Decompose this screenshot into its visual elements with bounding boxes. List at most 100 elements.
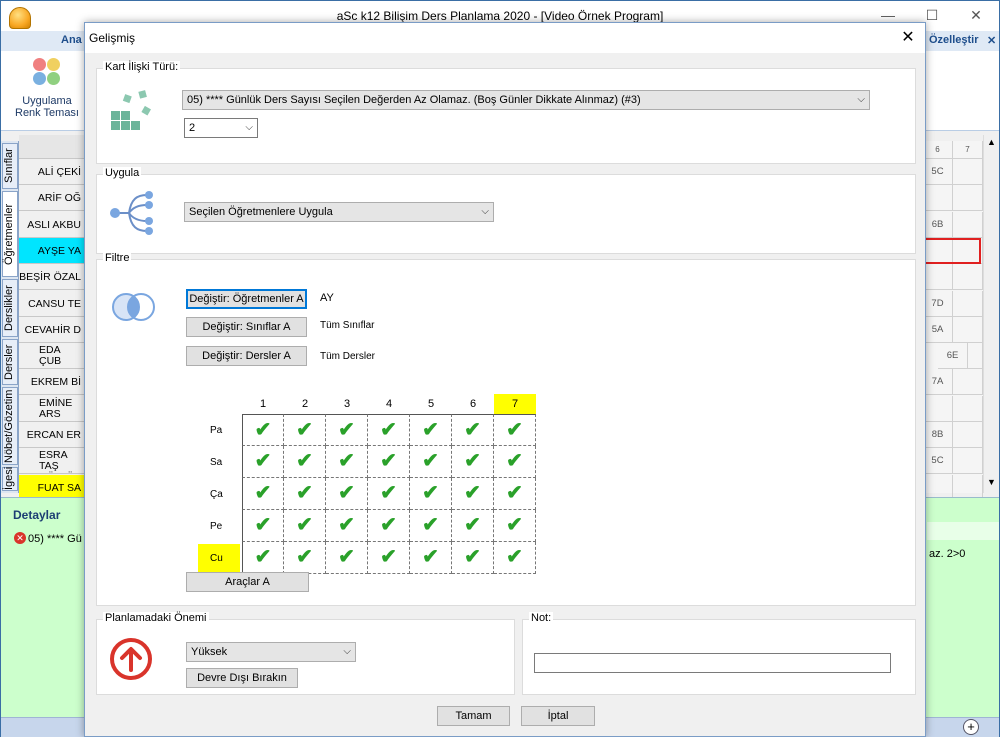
check-icon[interactable]: ✔ xyxy=(326,414,368,446)
teacher-row[interactable]: ALİ ÇEKİ xyxy=(19,159,85,185)
close-button[interactable]: ✕ xyxy=(961,5,991,27)
day-header[interactable]: Pa xyxy=(198,416,240,446)
teacher-row[interactable]: ARİF OĞ xyxy=(19,185,85,212)
teacher-row[interactable]: ASLI AKBU xyxy=(19,211,85,238)
timetable-cell[interactable] xyxy=(953,343,983,370)
side-tab-rooms[interactable]: Derslikler xyxy=(2,279,18,337)
teacher-row[interactable]: CEVAHİR D xyxy=(19,316,85,343)
check-icon[interactable]: ✔ xyxy=(326,542,368,574)
day-header[interactable]: Ça xyxy=(198,480,240,510)
teacher-row[interactable]: ESRA TAŞ GÜLLÜ xyxy=(19,448,85,475)
scroll-up-icon[interactable]: ▲ xyxy=(987,137,996,147)
check-icon[interactable]: ✔ xyxy=(242,510,284,542)
check-icon[interactable]: ✔ xyxy=(452,542,494,574)
timetable-cell[interactable] xyxy=(923,264,953,291)
timetable-cell[interactable]: 8B xyxy=(923,422,953,448)
timetable-cell[interactable]: 7D xyxy=(923,290,953,317)
check-icon[interactable]: ✔ xyxy=(494,414,536,446)
ok-button[interactable]: Tamam xyxy=(437,706,510,726)
importance-select[interactable]: Yüksek ⌵ xyxy=(186,642,356,662)
note-input[interactable] xyxy=(534,653,891,673)
check-icon[interactable]: ✔ xyxy=(410,478,452,510)
day-header[interactable]: Pe xyxy=(198,512,240,542)
check-icon[interactable]: ✔ xyxy=(452,414,494,446)
color-theme-icon[interactable] xyxy=(31,58,63,88)
check-icon[interactable]: ✔ xyxy=(242,446,284,478)
timetable-cell[interactable] xyxy=(953,316,983,343)
period-header[interactable]: 4 xyxy=(368,394,410,414)
side-tab-other[interactable]: İgesi xyxy=(2,467,18,491)
period-header[interactable]: 7 xyxy=(494,394,536,414)
check-icon[interactable]: ✔ xyxy=(326,510,368,542)
check-icon[interactable]: ✔ xyxy=(368,446,410,478)
teacher-row[interactable]: ERCAN ER xyxy=(19,422,85,448)
timetable-cell[interactable] xyxy=(923,395,953,422)
check-icon[interactable]: ✔ xyxy=(410,510,452,542)
timetable-cell[interactable] xyxy=(953,448,983,475)
check-icon[interactable]: ✔ xyxy=(284,478,326,510)
scroll-down-icon[interactable]: ▼ xyxy=(987,477,996,487)
timetable-cell[interactable]: 5C xyxy=(923,448,953,475)
check-icon[interactable]: ✔ xyxy=(326,446,368,478)
day-header[interactable]: Sa xyxy=(198,448,240,478)
timetable-cell[interactable] xyxy=(923,185,953,212)
check-icon[interactable]: ✔ xyxy=(284,446,326,478)
cancel-button[interactable]: İptal xyxy=(521,706,595,726)
check-icon[interactable]: ✔ xyxy=(452,478,494,510)
teacher-row[interactable]: AYŞE YA xyxy=(19,237,85,264)
timetable-cell[interactable] xyxy=(953,422,983,448)
card-relation-select[interactable]: 05) **** Günlük Ders Sayısı Seçilen Değe… xyxy=(182,90,870,110)
disable-button[interactable]: Devre Dışı Bırakın xyxy=(186,668,298,688)
check-icon[interactable]: ✔ xyxy=(368,542,410,574)
ribbon-tab-customize[interactable]: Özelleştir xyxy=(929,34,979,46)
vertical-scrollbar[interactable]: ▲ ▼ xyxy=(983,135,999,493)
check-icon[interactable]: ✔ xyxy=(242,542,284,574)
teacher-row[interactable]: EDA ÇUB DURSUN xyxy=(19,343,85,370)
dialog-close-button[interactable]: ✕ xyxy=(897,27,919,49)
teacher-row[interactable]: EKREM Bİ xyxy=(19,369,85,396)
side-tab-classes[interactable]: Sınıflar xyxy=(2,143,18,189)
change-classes-button[interactable]: Değiştir: Sınıflar A xyxy=(186,317,307,337)
teacher-row[interactable]: CANSU TE xyxy=(19,290,85,317)
change-subjects-button[interactable]: Değiştir: Dersler A xyxy=(186,346,307,366)
check-icon[interactable]: ✔ xyxy=(494,478,536,510)
check-icon[interactable]: ✔ xyxy=(326,478,368,510)
timetable-cell[interactable] xyxy=(953,185,983,212)
timetable-cell[interactable]: 7A xyxy=(923,369,953,396)
check-icon[interactable]: ✔ xyxy=(410,414,452,446)
check-icon[interactable]: ✔ xyxy=(284,542,326,574)
tools-button[interactable]: Araçlar A xyxy=(186,572,309,592)
check-icon[interactable]: ✔ xyxy=(242,478,284,510)
apply-select[interactable]: Seçilen Öğretmenlere Uygula ⌵ xyxy=(184,202,494,222)
day-header[interactable]: Cu xyxy=(198,544,240,574)
check-icon[interactable]: ✔ xyxy=(452,510,494,542)
timetable-cell[interactable] xyxy=(953,159,983,185)
timetable-cell[interactable] xyxy=(953,395,983,422)
ribbon-close-icon[interactable]: ✕ xyxy=(987,34,996,47)
teacher-row[interactable]: EMİNE ARS KELEŞ xyxy=(19,395,85,422)
period-header[interactable]: 5 xyxy=(410,394,452,414)
side-tab-subjects[interactable]: Dersler xyxy=(2,339,18,385)
check-icon[interactable]: ✔ xyxy=(494,446,536,478)
period-header[interactable]: 2 xyxy=(284,394,326,414)
check-icon[interactable]: ✔ xyxy=(284,414,326,446)
timetable-cell[interactable]: 5C xyxy=(923,159,953,185)
check-icon[interactable]: ✔ xyxy=(494,542,536,574)
side-tab-duty[interactable]: Nöbet/Gözetim xyxy=(2,387,18,465)
check-icon[interactable]: ✔ xyxy=(368,414,410,446)
period-header[interactable]: 3 xyxy=(326,394,368,414)
check-icon[interactable]: ✔ xyxy=(368,510,410,542)
check-icon[interactable]: ✔ xyxy=(494,510,536,542)
timetable-cell[interactable]: 5A xyxy=(923,316,953,343)
period-header[interactable]: 6 xyxy=(452,394,494,414)
timetable-cell[interactable]: 6B xyxy=(923,211,953,238)
side-tab-teachers[interactable]: Öğretmenler xyxy=(2,191,18,277)
change-teachers-button[interactable]: Değiştir: Öğretmenler A xyxy=(186,289,307,309)
timetable-cell[interactable] xyxy=(953,369,983,396)
period-header[interactable]: 1 xyxy=(242,394,284,414)
zoom-in-icon[interactable]: + xyxy=(963,719,979,735)
check-icon[interactable]: ✔ xyxy=(452,446,494,478)
check-icon[interactable]: ✔ xyxy=(242,414,284,446)
check-icon[interactable]: ✔ xyxy=(284,510,326,542)
timetable-cell[interactable] xyxy=(953,264,983,291)
